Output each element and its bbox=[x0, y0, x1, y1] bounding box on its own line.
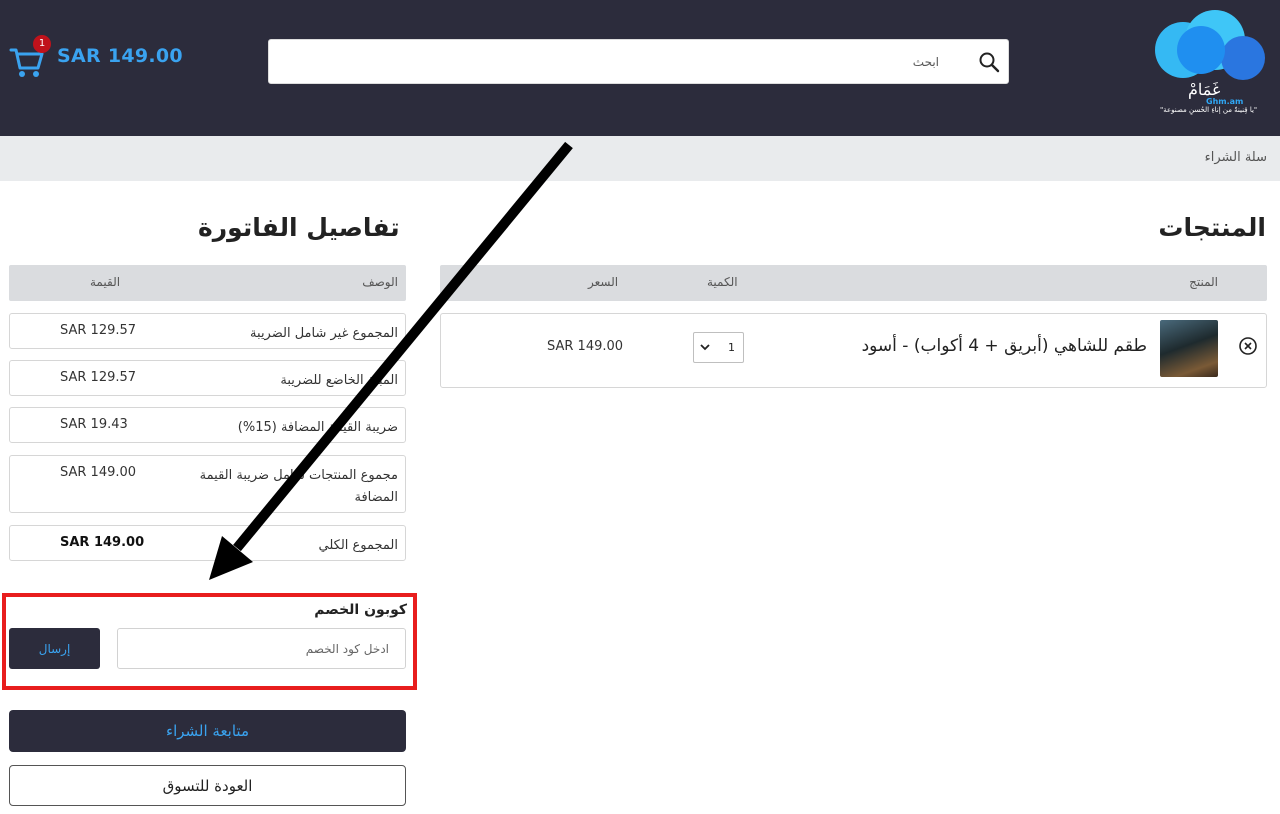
search-input[interactable] bbox=[279, 40, 939, 83]
breadcrumb-current: سلة الشراء bbox=[1204, 150, 1267, 165]
invoice-row-description: ضريبة القيمة المضافة (15%) bbox=[237, 420, 398, 435]
coupon-label: كوبون الخصم bbox=[314, 602, 407, 618]
product-name[interactable]: طقم للشاهي (أبريق + 4 أكواب) - أسود bbox=[862, 336, 1147, 356]
remove-item-icon[interactable] bbox=[1238, 336, 1258, 356]
table-row: طقم للشاهي (أبريق + 4 أكواب) - أسود 1 SA… bbox=[440, 313, 1267, 388]
product-thumbnail[interactable] bbox=[1160, 320, 1218, 377]
column-description: الوصف bbox=[362, 275, 398, 289]
invoice-total-value: SAR 149.00 bbox=[60, 535, 145, 550]
checkout-button[interactable]: متابعة الشراء bbox=[9, 710, 406, 752]
invoice-row-description: مجموع المنتجات شامل ضريبة القيمة المضافة bbox=[199, 468, 398, 505]
column-value: القيمة bbox=[90, 275, 121, 289]
invoice-row-value: SAR 129.57 bbox=[60, 370, 137, 385]
cart-total[interactable]: SAR 149.00 bbox=[57, 45, 183, 67]
breadcrumb: سلة الشراء bbox=[0, 136, 1280, 181]
invoice-row: المجموع غير شامل الضريبة SAR 129.57 bbox=[9, 313, 406, 349]
product-price: SAR 149.00 bbox=[547, 339, 624, 354]
invoice-total-row: المجموع الكلي SAR 149.00 bbox=[9, 525, 406, 561]
logo-tagline: "يا قِنينةً من إناءِ الحُسنِ مصنوعة" bbox=[1160, 106, 1258, 114]
quantity-value: 1 bbox=[728, 341, 735, 354]
invoice-row-value: SAR 19.43 bbox=[60, 417, 128, 432]
invoice-total-label: المجموع الكلي bbox=[318, 538, 399, 553]
invoice-row-description: المجموع غير شامل الضريبة bbox=[250, 326, 398, 341]
coupon-code-input[interactable] bbox=[117, 628, 406, 669]
column-price: السعر bbox=[588, 275, 619, 289]
coupon-submit-button[interactable]: إرسال bbox=[9, 628, 100, 669]
products-heading: المنتجات bbox=[1158, 213, 1266, 242]
invoice-heading: تفاصيل الفاتورة bbox=[198, 213, 400, 242]
column-quantity: الكمية bbox=[707, 275, 738, 289]
invoice-row: ضريبة القيمة المضافة (15%) SAR 19.43 bbox=[9, 407, 406, 443]
quantity-select[interactable]: 1 bbox=[693, 332, 744, 363]
logo-en: Ghm.am bbox=[1206, 97, 1244, 106]
chevron-down-icon bbox=[700, 344, 710, 351]
invoice-row-description: المبلغ الخاضع للضريبة bbox=[280, 373, 398, 388]
continue-shopping-button[interactable]: العودة للتسوق bbox=[9, 765, 406, 806]
invoice-row: المبلغ الخاضع للضريبة SAR 129.57 bbox=[9, 360, 406, 396]
invoice-row-value: SAR 129.57 bbox=[60, 323, 137, 338]
cart-count-badge: 1 bbox=[33, 35, 51, 53]
invoice-row-value: SAR 149.00 bbox=[60, 465, 137, 480]
invoice-table-header: الوصف القيمة bbox=[9, 265, 406, 301]
search-bar bbox=[268, 39, 1009, 84]
search-icon[interactable] bbox=[978, 51, 1000, 73]
column-product: المنتج bbox=[1189, 275, 1218, 289]
products-table-header: المنتج الكمية السعر bbox=[440, 265, 1267, 301]
invoice-row: مجموع المنتجات شامل ضريبة القيمة المضافة… bbox=[9, 455, 406, 513]
